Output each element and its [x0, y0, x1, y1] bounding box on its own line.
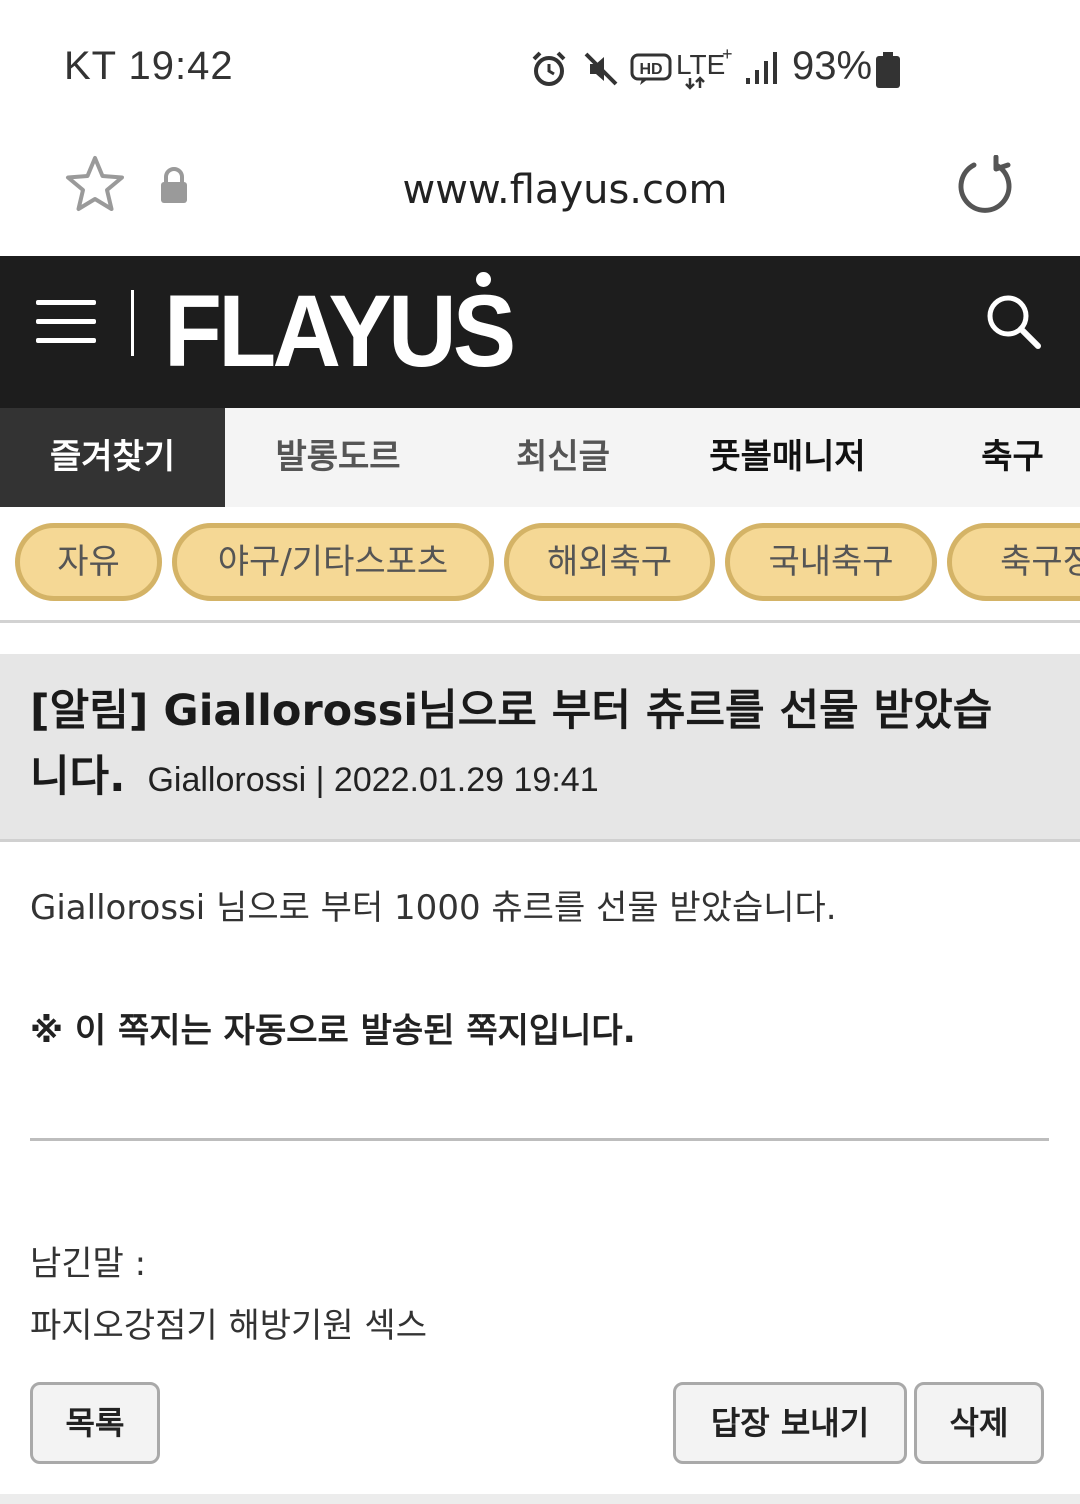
lte-icon: LTE +: [676, 44, 733, 90]
browser-url-bar: www.flayus.com: [0, 135, 1080, 256]
logo-dot: [476, 272, 491, 287]
svg-text:LTE: LTE: [676, 49, 725, 80]
delete-button[interactable]: 삭제: [914, 1382, 1044, 1464]
tab-soccer[interactable]: 축구: [900, 408, 1080, 507]
category-soccer-info[interactable]: 축구정: [947, 523, 1080, 601]
auto-notice: ※ 이 쪽지는 자동으로 발송된 쪽지입니다.: [30, 1011, 636, 1051]
category-domestic-soccer[interactable]: 국내축구: [725, 523, 937, 601]
nav-tabs: 즐겨찾기 발롱도르 최신글 풋볼매니저 축구: [0, 408, 1080, 507]
message-title: [알림] Giallorossi님으로 부터 츄르를 선물 받았습니다. Gial…: [30, 678, 1030, 813]
tab-football-manager[interactable]: 풋볼매니저: [675, 408, 900, 507]
message-title-block: [알림] Giallorossi님으로 부터 츄르를 선물 받았습니다. Gial…: [0, 654, 1080, 842]
site-logo[interactable]: FLAYUS: [164, 280, 516, 382]
message-meta: Giallorossi | 2022.01.29 19:41: [147, 761, 599, 799]
tab-latest[interactable]: 최신글: [451, 408, 675, 507]
mute-icon: [584, 52, 618, 86]
content-divider: [30, 1138, 1049, 1141]
hamburger-icon[interactable]: [0, 256, 110, 408]
search-icon[interactable]: [984, 292, 1044, 352]
memo-text: 파지오강점기 해방기원 섹스: [30, 1306, 427, 1346]
reply-button[interactable]: 답장 보내기: [673, 1382, 907, 1464]
svg-text:HD: HD: [639, 61, 662, 78]
memo-label: 남긴말 :: [30, 1244, 147, 1284]
category-overseas-soccer[interactable]: 해외축구: [504, 523, 715, 601]
list-button[interactable]: 목록: [30, 1382, 160, 1464]
site-header: FLAYUS: [0, 256, 1080, 408]
url-text[interactable]: www.flayus.com: [0, 167, 1080, 213]
battery-percent: 93%: [792, 44, 873, 88]
carrier-time: KT 19:42: [64, 44, 234, 88]
svg-text:+: +: [722, 44, 733, 64]
tab-ballon-dor[interactable]: 발롱도르: [225, 408, 451, 507]
alarm-icon: [532, 51, 566, 86]
logo-divider: [131, 290, 134, 356]
tab-favorites[interactable]: 즐겨찾기: [0, 408, 225, 507]
hd-icon: HD: [630, 53, 672, 85]
reload-icon[interactable]: [952, 155, 1016, 219]
category-bar: 자유 야구/기타스포츠 해외축구 국내축구 축구정: [0, 507, 1080, 623]
category-free[interactable]: 자유: [15, 523, 162, 601]
message-body: Giallorossi 님으로 부터 1000 츄르를 선물 받았습니다.: [30, 888, 837, 928]
battery-icon: [876, 52, 900, 88]
status-bar: KT 19:42 HD LTE + 93%: [0, 0, 1080, 135]
signal-icon: [746, 52, 777, 84]
category-baseball-other[interactable]: 야구/기타스포츠: [172, 523, 494, 601]
bottom-strip: [0, 1494, 1080, 1504]
